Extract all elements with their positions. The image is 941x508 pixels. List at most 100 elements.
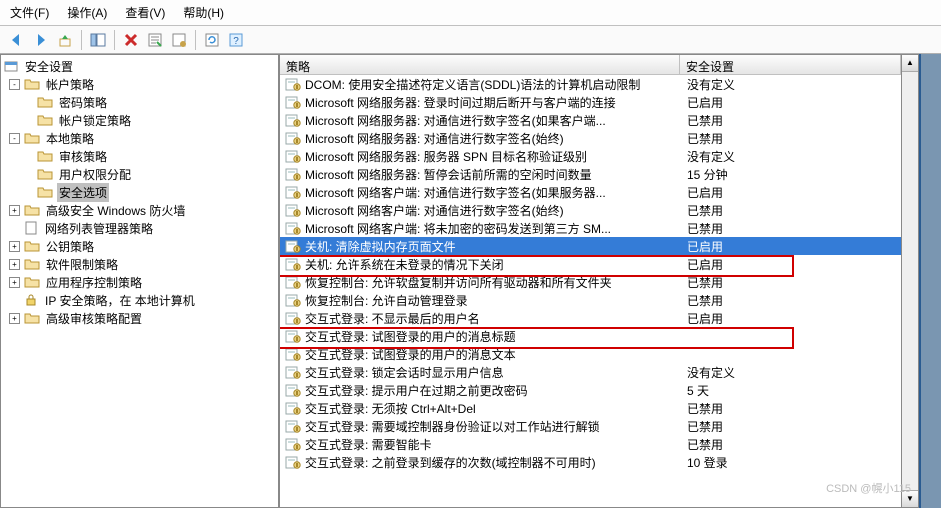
- list-row[interactable]: 恢复控制台: 允许软盘复制并访问所有驱动器和所有文件夹已禁用: [280, 273, 901, 291]
- tree-label: 软件限制策略: [44, 255, 120, 274]
- export-list-button[interactable]: [144, 29, 166, 51]
- list-row[interactable]: DCOM: 使用安全描述符定义语言(SDDL)语法的计算机启动限制没有定义: [280, 75, 901, 93]
- policy-name: 交互式登录: 需要域控制器身份验证以对工作站进行解锁: [305, 418, 681, 435]
- tree-lockout-policy[interactable]: 帐户锁定策略: [1, 111, 278, 129]
- list-row[interactable]: 交互式登录: 提示用户在过期之前更改密码5 天: [280, 381, 901, 399]
- collapse-icon[interactable]: -: [9, 79, 20, 90]
- list-row[interactable]: 交互式登录: 不显示最后的用户名已启用: [280, 309, 901, 327]
- menu-help[interactable]: 帮助(H): [183, 4, 224, 21]
- expand-icon[interactable]: +: [9, 241, 20, 252]
- tree-label: 应用程序控制策略: [44, 273, 144, 292]
- tree-security-options[interactable]: 安全选项: [1, 183, 278, 201]
- folder-icon: [37, 94, 53, 110]
- policy-setting: 已禁用: [681, 274, 901, 291]
- list-row[interactable]: 关机: 清除虚拟内存页面文件已启用: [280, 237, 901, 255]
- menu-action[interactable]: 操作(A): [67, 4, 107, 21]
- list-row[interactable]: 交互式登录: 需要智能卡已禁用: [280, 435, 901, 453]
- tree-wfas[interactable]: +高级安全 Windows 防火墙: [1, 201, 278, 219]
- help-button[interactable]: ?: [225, 29, 247, 51]
- list-row[interactable]: 交互式登录: 之前登录到缓存的次数(域控制器不可用时)10 登录: [280, 453, 901, 471]
- right-frame-edge: [919, 54, 941, 508]
- tree-software-restriction[interactable]: + 软件限制策略: [1, 255, 278, 273]
- folder-icon: [37, 166, 53, 182]
- expand-icon[interactable]: +: [9, 259, 20, 270]
- policy-icon: [284, 328, 302, 344]
- policy-setting: 已禁用: [681, 112, 901, 129]
- policy-setting: 没有定义: [681, 364, 901, 381]
- tree-public-key[interactable]: +公钥策略: [1, 237, 278, 255]
- list-row[interactable]: 交互式登录: 锁定会话时显示用户信息没有定义: [280, 363, 901, 381]
- list-row[interactable]: 恢复控制台: 允许自动管理登录已禁用: [280, 291, 901, 309]
- scroll-track[interactable]: [902, 72, 918, 490]
- list-row[interactable]: 关机: 允许系统在未登录的情况下关闭已启用: [280, 255, 901, 273]
- list-row[interactable]: Microsoft 网络客户端: 对通信进行数字签名(始终)已禁用: [280, 201, 901, 219]
- show-hide-tree-button[interactable]: [87, 29, 109, 51]
- list-row[interactable]: Microsoft 网络服务器: 对通信进行数字签名(始终)已禁用: [280, 129, 901, 147]
- tree-root[interactable]: 安全设置: [1, 57, 278, 75]
- policy-setting: 10 登录: [681, 454, 901, 471]
- policy-icon: [284, 346, 302, 362]
- list-header: 策略 安全设置: [280, 55, 901, 75]
- list-row[interactable]: Microsoft 网络服务器: 暂停会话前所需的空闲时间数量15 分钟: [280, 165, 901, 183]
- policy-icon: [284, 148, 302, 164]
- expand-icon[interactable]: +: [9, 205, 20, 216]
- forward-button[interactable]: [30, 29, 52, 51]
- collapse-icon[interactable]: -: [9, 133, 20, 144]
- policy-icon: [284, 166, 302, 182]
- menu-bar: 文件(F) 操作(A) 查看(V) 帮助(H): [0, 0, 941, 26]
- expand-icon[interactable]: +: [9, 313, 20, 324]
- tree-label: 本地策略: [44, 129, 96, 148]
- toolbar-separator: [114, 30, 115, 50]
- list-row[interactable]: 交互式登录: 无须按 Ctrl+Alt+Del已禁用: [280, 399, 901, 417]
- list-row[interactable]: Microsoft 网络服务器: 对通信进行数字签名(如果客户端...已禁用: [280, 111, 901, 129]
- list-row[interactable]: Microsoft 网络客户端: 对通信进行数字签名(如果服务器...已启用: [280, 183, 901, 201]
- scroll-up-button[interactable]: ▲: [902, 55, 918, 72]
- policy-icon: [284, 130, 302, 146]
- tree-view[interactable]: 安全设置 -帐户策略 密码策略 帐户锁定策略 - 本地策略 审核策略 用户权限分配…: [0, 54, 279, 508]
- column-setting[interactable]: 安全设置: [680, 55, 901, 74]
- page-icon: [23, 220, 39, 236]
- policy-setting: 已禁用: [681, 292, 901, 309]
- tree-ipsec[interactable]: IP 安全策略，在 本地计算机: [1, 291, 278, 309]
- delete-button[interactable]: [120, 29, 142, 51]
- menu-view[interactable]: 查看(V): [125, 4, 165, 21]
- expand-icon[interactable]: +: [9, 277, 20, 288]
- tree-user-rights[interactable]: 用户权限分配: [1, 165, 278, 183]
- list-row[interactable]: 交互式登录: 试图登录的用户的消息标题: [280, 327, 901, 345]
- policy-name: 交互式登录: 锁定会话时显示用户信息: [305, 364, 681, 381]
- tree-advanced-audit[interactable]: +高级审核策略配置: [1, 309, 278, 327]
- menu-file[interactable]: 文件(F): [10, 4, 49, 21]
- policy-setting: 15 分钟: [681, 166, 901, 183]
- back-button[interactable]: [6, 29, 28, 51]
- tree-account-policies[interactable]: -帐户策略: [1, 75, 278, 93]
- folder-icon: [37, 148, 53, 164]
- policy-list[interactable]: 策略 安全设置 DCOM: 使用安全描述符定义语言(SDDL)语法的计算机启动限…: [279, 54, 902, 508]
- policy-name: 关机: 清除虚拟内存页面文件: [305, 238, 681, 255]
- list-row[interactable]: Microsoft 网络服务器: 服务器 SPN 目标名称验证级别没有定义: [280, 147, 901, 165]
- folder-icon: [24, 256, 40, 272]
- list-row[interactable]: Microsoft 网络服务器: 登录时间过期后断开与客户端的连接已启用: [280, 93, 901, 111]
- policy-icon: [284, 274, 302, 290]
- up-button[interactable]: [54, 29, 76, 51]
- policy-setting: 已禁用: [681, 130, 901, 147]
- list-row[interactable]: 交互式登录: 试图登录的用户的消息文本: [280, 345, 901, 363]
- list-row[interactable]: 交互式登录: 需要域控制器身份验证以对工作站进行解锁已禁用: [280, 417, 901, 435]
- properties-button[interactable]: [168, 29, 190, 51]
- lock-icon: [23, 292, 39, 308]
- policy-setting: 已启用: [681, 94, 901, 111]
- policy-setting: 5 天: [681, 382, 901, 399]
- tree-nlm[interactable]: 网络列表管理器策略: [1, 219, 278, 237]
- policy-icon: [284, 292, 302, 308]
- policy-setting: 已禁用: [681, 436, 901, 453]
- tree-local-policies[interactable]: - 本地策略: [1, 129, 278, 147]
- refresh-button[interactable]: [201, 29, 223, 51]
- policy-name: 恢复控制台: 允许软盘复制并访问所有驱动器和所有文件夹: [305, 274, 681, 291]
- column-policy[interactable]: 策略: [280, 55, 680, 74]
- list-row[interactable]: Microsoft 网络客户端: 将未加密的密码发送到第三方 SM...已禁用: [280, 219, 901, 237]
- policy-setting: 已禁用: [681, 400, 901, 417]
- toolbar: ?: [0, 26, 941, 54]
- vertical-scrollbar[interactable]: ▲ ▼: [902, 54, 919, 508]
- tree-app-control[interactable]: + 应用程序控制策略: [1, 273, 278, 291]
- tree-audit-policy[interactable]: 审核策略: [1, 147, 278, 165]
- tree-password-policy[interactable]: 密码策略: [1, 93, 278, 111]
